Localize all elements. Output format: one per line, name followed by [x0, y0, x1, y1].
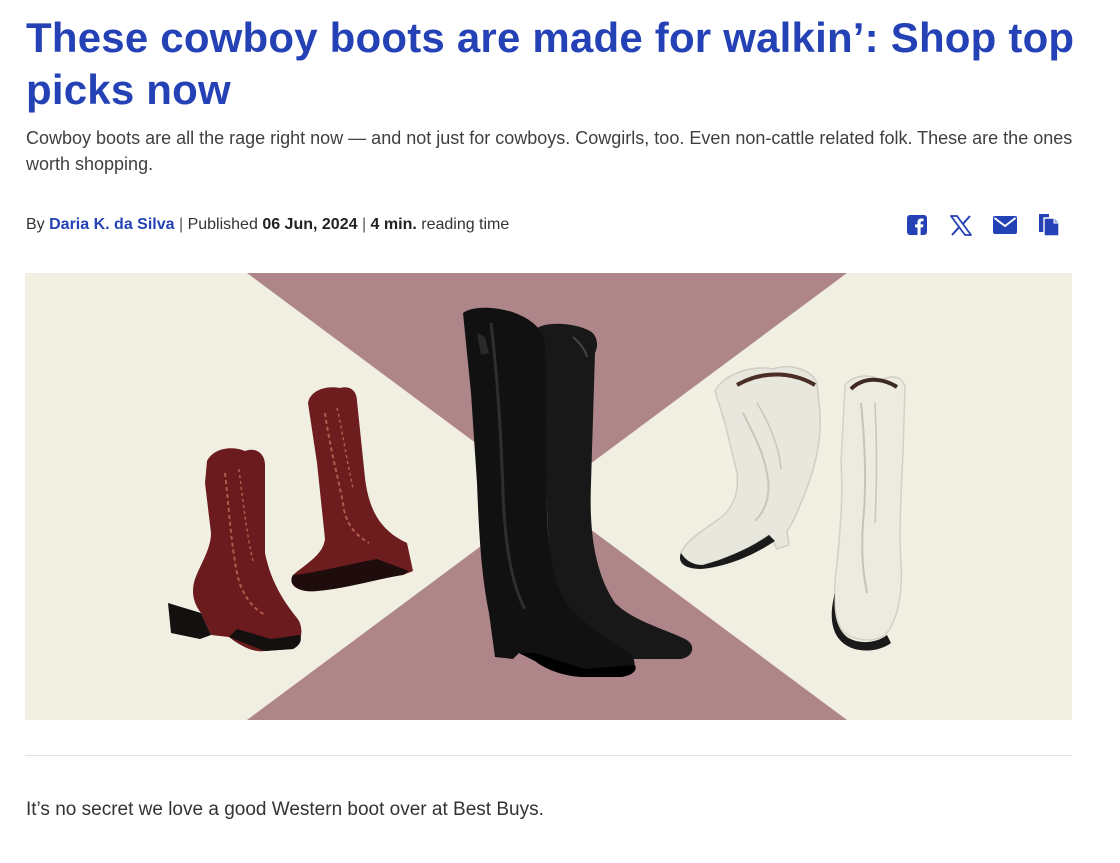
- article-subheadline: Cowboy boots are all the rage right now …: [26, 128, 1073, 174]
- byline-separator: |: [361, 216, 367, 233]
- copy-link-icon[interactable]: [1036, 212, 1062, 238]
- byline: By Daria K. da Silva | Published 06 Jun,…: [26, 214, 509, 236]
- published-label: Published: [187, 216, 258, 233]
- hero-illustration: [25, 273, 1072, 720]
- share-bar: [904, 212, 1062, 238]
- reading-time-label: reading time: [421, 216, 510, 233]
- byline-separator: |: [178, 216, 184, 233]
- article-headline: These cowboy boots are made for walkin’:…: [26, 14, 1075, 113]
- published-date: 06 Jun, 2024: [262, 216, 358, 233]
- x-icon[interactable]: [948, 212, 974, 238]
- hero-image: [25, 273, 1072, 720]
- email-icon[interactable]: [992, 212, 1018, 238]
- article-first-paragraph: It’s no secret we love a good Western bo…: [26, 799, 544, 820]
- reading-time-value: 4 min.: [370, 216, 417, 233]
- facebook-icon[interactable]: [904, 212, 930, 238]
- content-divider: [25, 755, 1072, 756]
- article-page: These cowboy boots are made for walkin’:…: [0, 0, 1120, 863]
- author-link[interactable]: Daria K. da Silva: [49, 216, 174, 233]
- byline-by-label: By: [26, 216, 45, 233]
